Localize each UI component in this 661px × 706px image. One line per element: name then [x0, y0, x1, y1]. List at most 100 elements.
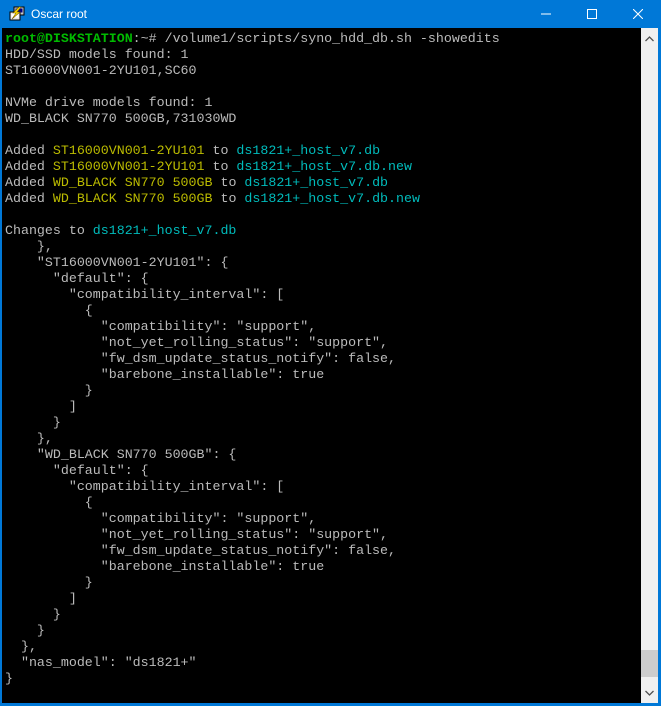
- caption-buttons: [523, 0, 661, 28]
- terminal-text-segment: ]: [5, 399, 77, 414]
- window-title: Oscar root: [31, 0, 87, 28]
- terminal[interactable]: root@DISKSTATION:~# /volume1/scripts/syn…: [2, 28, 641, 703]
- terminal-text-segment: "not_yet_rolling_status": "support",: [5, 335, 388, 350]
- terminal-text-segment: Added: [5, 159, 53, 174]
- terminal-line: Changes to ds1821+_host_v7.db: [5, 223, 641, 239]
- terminal-line: "barebone_installable": true: [5, 559, 641, 575]
- terminal-text-segment: }: [5, 671, 13, 686]
- terminal-text-segment: "default": {: [5, 463, 149, 478]
- terminal-text-segment: ds1821+_host_v7.db: [244, 175, 388, 190]
- terminal-line: "not_yet_rolling_status": "support",: [5, 335, 641, 351]
- terminal-line: "default": {: [5, 463, 641, 479]
- terminal-text-segment: "default": {: [5, 271, 149, 286]
- terminal-line: ST16000VN001-2YU101,SC60: [5, 63, 641, 79]
- terminal-line: HDD/SSD models found: 1: [5, 47, 641, 63]
- terminal-text-segment: ]: [5, 591, 77, 606]
- terminal-text-segment: "fw_dsm_update_status_notify": false,: [5, 543, 396, 558]
- terminal-line: "compatibility_interval": [: [5, 287, 641, 303]
- terminal-line: }: [5, 415, 641, 431]
- terminal-line: Added WD_BLACK SN770 500GB to ds1821+_ho…: [5, 191, 641, 207]
- maximize-button[interactable]: [569, 0, 615, 28]
- terminal-line: },: [5, 639, 641, 655]
- terminal-text-segment: "compatibility_interval": [: [5, 479, 284, 494]
- terminal-text-segment: ST16000VN001-2YU101,SC60: [5, 63, 197, 78]
- terminal-line: }: [5, 623, 641, 639]
- terminal-text-segment: }: [5, 575, 93, 590]
- terminal-text-segment: Changes to: [5, 223, 93, 238]
- terminal-line: "not_yet_rolling_status": "support",: [5, 527, 641, 543]
- terminal-text-segment: "nas_model": "ds1821+": [5, 655, 197, 670]
- terminal-line: }: [5, 575, 641, 591]
- terminal-line: "default": {: [5, 271, 641, 287]
- terminal-text-segment: ds1821+_host_v7.db.new: [236, 159, 412, 174]
- terminal-text-segment: "fw_dsm_update_status_notify": false,: [5, 351, 396, 366]
- terminal-text-segment: "WD_BLACK SN770 500GB": {: [5, 447, 236, 462]
- scrollbar-thumb[interactable]: [641, 650, 658, 677]
- terminal-text-segment: Added: [5, 191, 53, 206]
- scroll-down-button[interactable]: [641, 684, 658, 701]
- terminal-text-segment: "compatibility": "support",: [5, 319, 316, 334]
- terminal-line: "compatibility": "support",: [5, 511, 641, 527]
- putty-app-icon: [9, 6, 25, 22]
- terminal-text-segment: root@DISKSTATION: [5, 31, 133, 46]
- scrollbar[interactable]: [641, 28, 658, 703]
- terminal-text-segment: "not_yet_rolling_status": "support",: [5, 527, 388, 542]
- terminal-line: "WD_BLACK SN770 500GB": {: [5, 447, 641, 463]
- terminal-text-segment: "barebone_installable": true: [5, 367, 324, 382]
- maximize-icon: [587, 9, 597, 19]
- terminal-line: NVMe drive models found: 1: [5, 95, 641, 111]
- terminal-line: {: [5, 495, 641, 511]
- terminal-line: WD_BLACK SN770 500GB,731030WD: [5, 111, 641, 127]
- scroll-up-button[interactable]: [641, 30, 658, 47]
- close-icon: [633, 9, 643, 19]
- terminal-line: "ST16000VN001-2YU101": {: [5, 255, 641, 271]
- terminal-text-segment: },: [5, 639, 37, 654]
- minimize-button[interactable]: [523, 0, 569, 28]
- terminal-text-segment: HDD/SSD models found: 1: [5, 47, 189, 62]
- chevron-up-icon: [645, 36, 654, 42]
- close-button[interactable]: [615, 0, 661, 28]
- terminal-line: root@DISKSTATION:~# /volume1/scripts/syn…: [5, 31, 641, 47]
- terminal-line: "nas_model": "ds1821+": [5, 655, 641, 671]
- terminal-text-segment: }: [5, 383, 93, 398]
- terminal-line: {: [5, 303, 641, 319]
- terminal-text-segment: ds1821+_host_v7.db.new: [244, 191, 420, 206]
- putty-window: Oscar root root@DISKSTATION:~# /volume1/…: [0, 0, 661, 706]
- terminal-text-segment: {: [5, 495, 93, 510]
- terminal-line: Added ST16000VN001-2YU101 to ds1821+_hos…: [5, 159, 641, 175]
- terminal-line: "barebone_installable": true: [5, 367, 641, 383]
- terminal-text-segment: },: [5, 431, 53, 446]
- titlebar[interactable]: Oscar root: [0, 0, 661, 28]
- terminal-line: },: [5, 431, 641, 447]
- terminal-text-segment: ST16000VN001-2YU101: [53, 143, 205, 158]
- terminal-text-segment: Added: [5, 175, 53, 190]
- terminal-text-segment: },: [5, 239, 53, 254]
- terminal-text-segment: WD_BLACK SN770 500GB: [53, 191, 213, 206]
- terminal-line: }: [5, 383, 641, 399]
- terminal-text-segment: to: [212, 191, 244, 206]
- terminal-line: [5, 79, 641, 95]
- terminal-text-segment: "ST16000VN001-2YU101": {: [5, 255, 228, 270]
- terminal-text-segment: "barebone_installable": true: [5, 559, 324, 574]
- terminal-line: ]: [5, 399, 641, 415]
- terminal-line: Added ST16000VN001-2YU101 to ds1821+_hos…: [5, 143, 641, 159]
- terminal-text-segment: ds1821+_host_v7.db: [93, 223, 237, 238]
- terminal-text-segment: {: [5, 303, 93, 318]
- terminal-text-segment: WD_BLACK SN770 500GB: [53, 175, 213, 190]
- terminal-text-segment: Added: [5, 143, 53, 158]
- minimize-icon: [541, 9, 551, 19]
- terminal-line: [5, 127, 641, 143]
- terminal-line: "compatibility": "support",: [5, 319, 641, 335]
- terminal-text-segment: NVMe drive models found: 1: [5, 95, 212, 110]
- terminal-line: },: [5, 239, 641, 255]
- terminal-text-segment: ST16000VN001-2YU101: [53, 159, 205, 174]
- terminal-text-segment: }: [5, 623, 45, 638]
- terminal-text-segment: "compatibility": "support",: [5, 511, 316, 526]
- terminal-line: Added WD_BLACK SN770 500GB to ds1821+_ho…: [5, 175, 641, 191]
- terminal-text-segment: to: [205, 143, 237, 158]
- terminal-text-segment: WD_BLACK SN770 500GB,731030WD: [5, 111, 236, 126]
- terminal-text-segment: to: [212, 175, 244, 190]
- terminal-line: }: [5, 671, 641, 687]
- terminal-line: }: [5, 607, 641, 623]
- terminal-text-segment: ds1821+_host_v7.db: [236, 143, 380, 158]
